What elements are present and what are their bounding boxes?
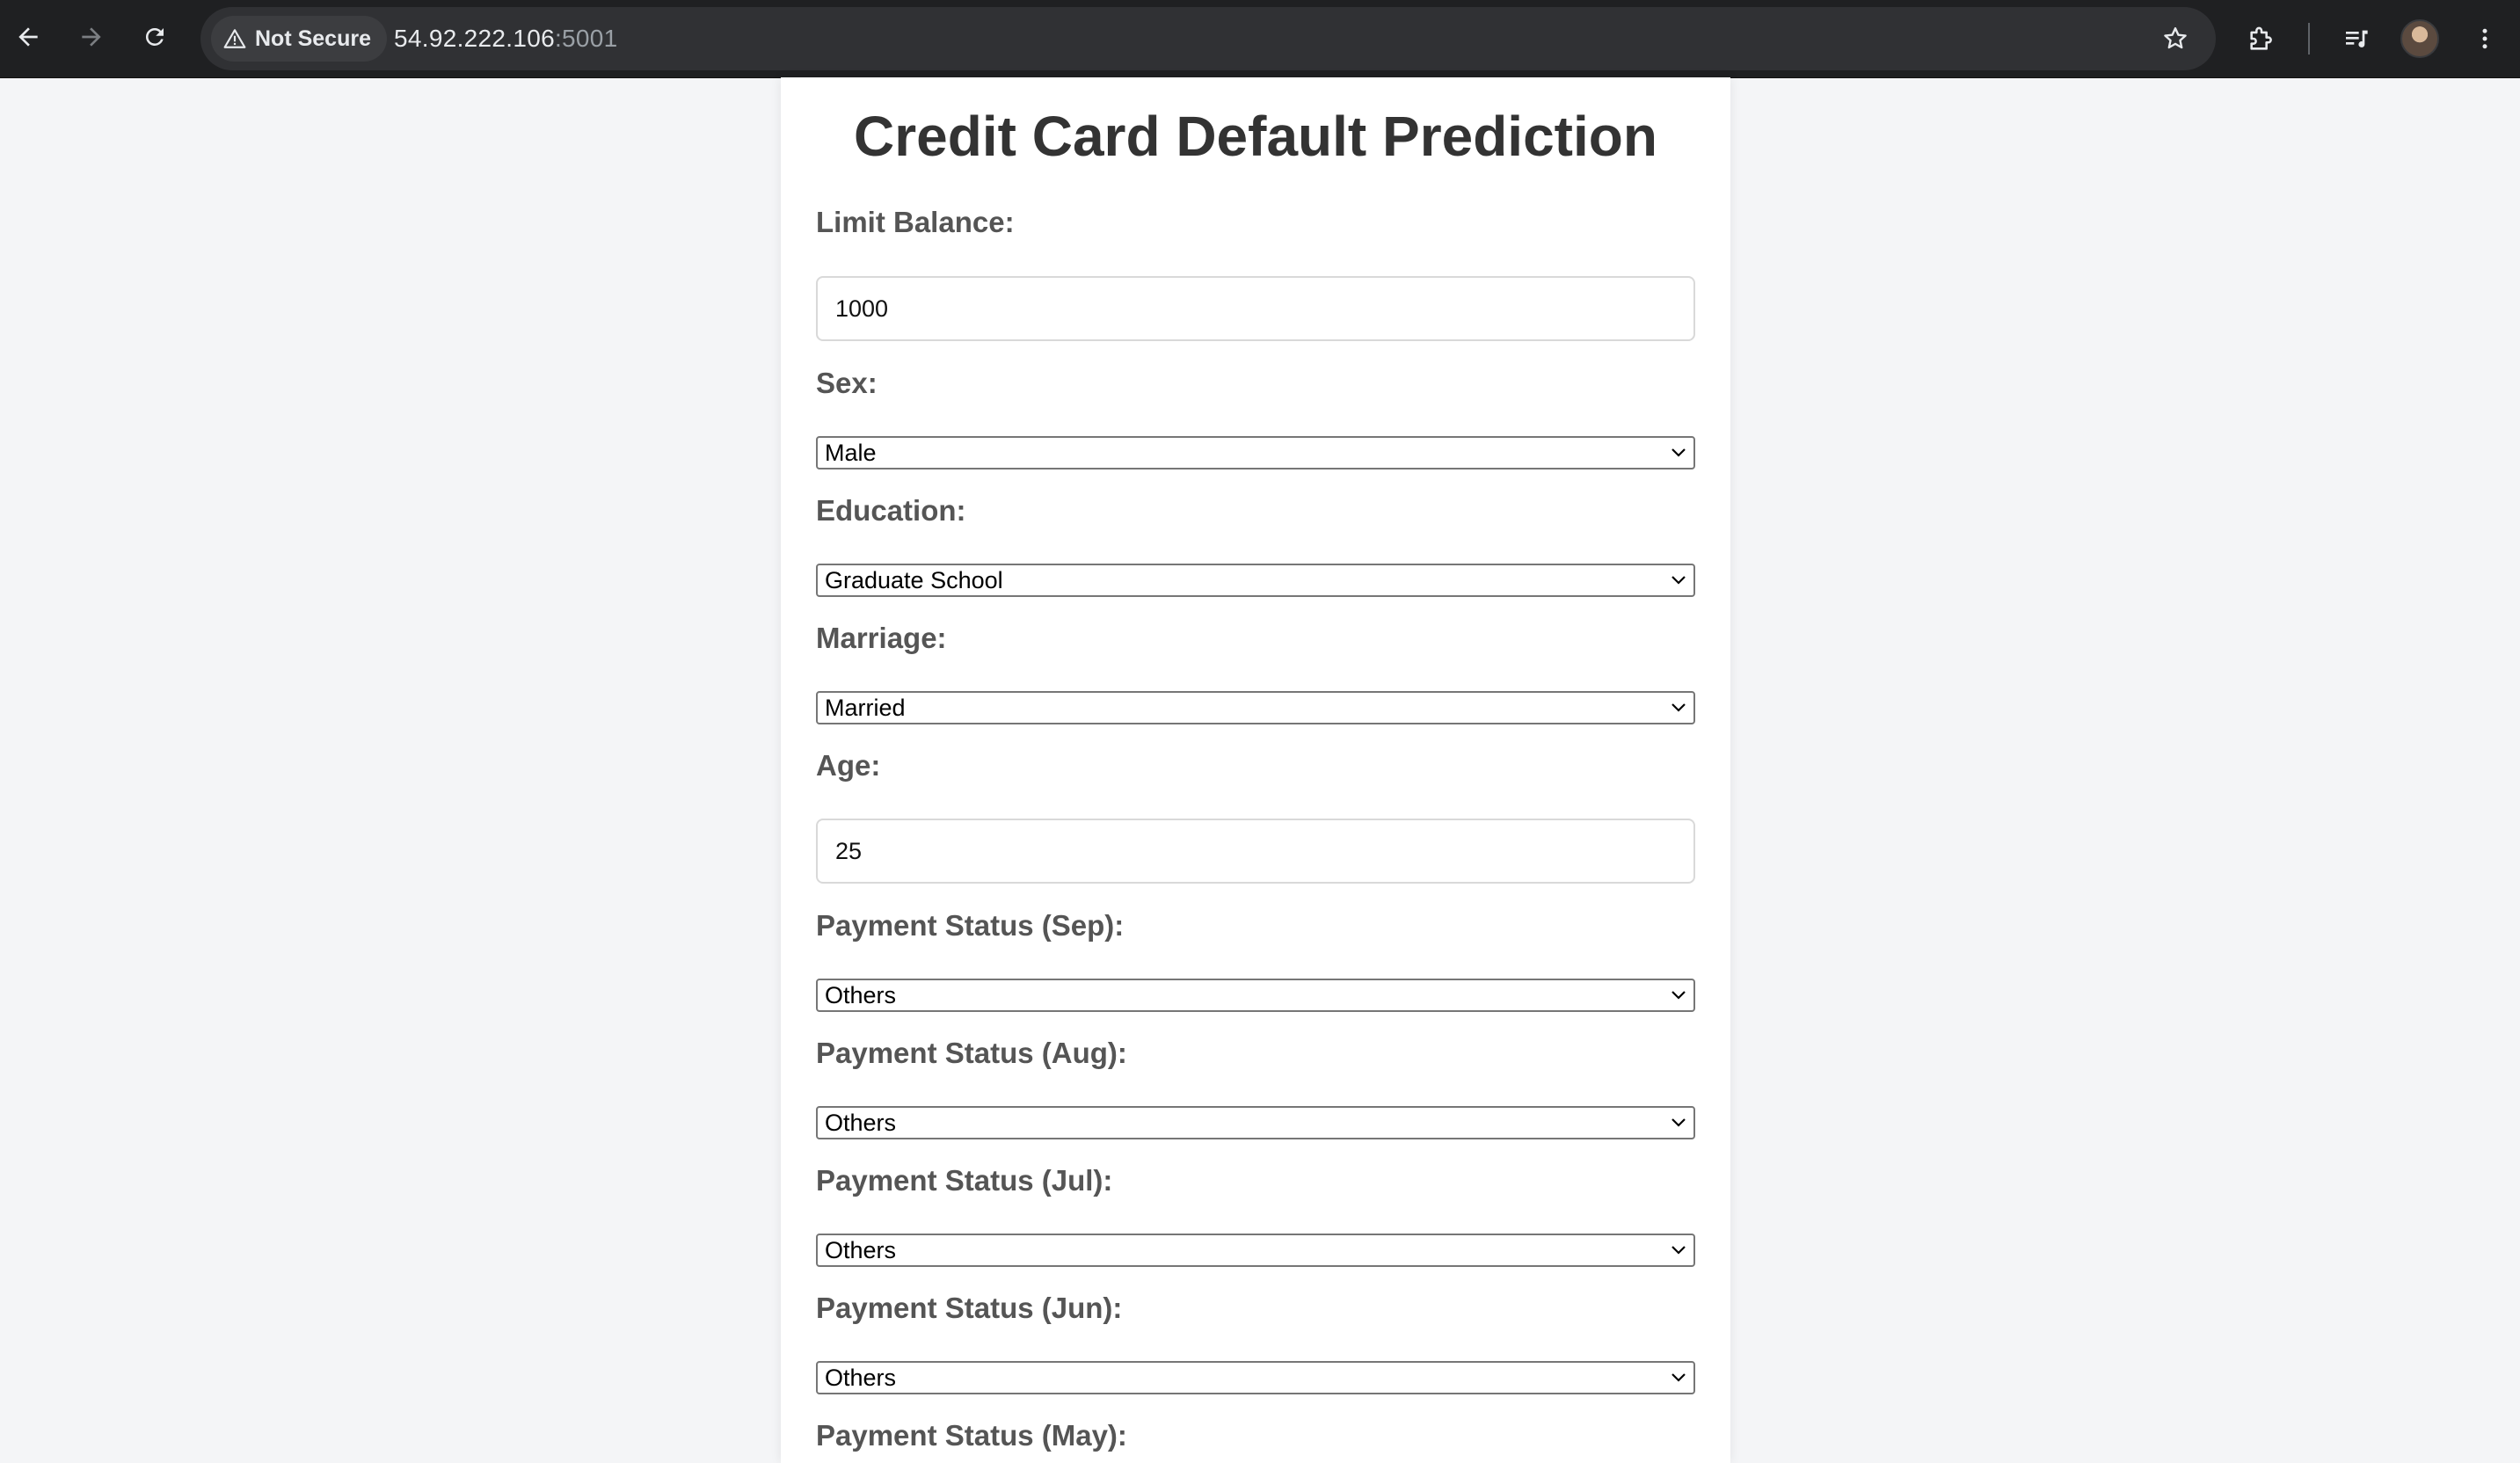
security-label: Not Secure <box>255 25 371 51</box>
pay-jun-select[interactable]: Others <box>816 1361 1695 1394</box>
pay-sep-label: Payment Status (Sep): <box>816 909 1125 942</box>
chevron-down-icon <box>1672 991 1686 1000</box>
more-menu-button[interactable] <box>2462 16 2508 62</box>
limit-balance-label: Limit Balance: <box>816 206 1015 238</box>
limit-balance-input[interactable] <box>816 276 1695 341</box>
forward-icon <box>82 27 101 47</box>
education-label: Education: <box>816 494 966 527</box>
address-bar[interactable]: Not Secure 54.92.222.106:5001 <box>200 7 2216 70</box>
back-icon <box>18 27 38 47</box>
pay-sep-select[interactable]: Others <box>816 979 1695 1012</box>
extensions-button[interactable] <box>2239 16 2284 62</box>
pay-aug-label: Payment Status (Aug): <box>816 1037 1127 1069</box>
chevron-down-icon <box>1672 1118 1686 1127</box>
forward-button[interactable] <box>70 16 113 58</box>
reload-button[interactable] <box>134 16 176 58</box>
warning-icon <box>223 29 246 48</box>
chevron-down-icon <box>1672 1373 1686 1382</box>
marriage-label: Marriage: <box>816 622 947 654</box>
pay-sep-select-value: Others <box>825 982 897 1008</box>
sex-label: Sex: <box>816 367 878 399</box>
pay-aug-select-value: Others <box>825 1110 897 1136</box>
pay-aug-select[interactable]: Others <box>816 1106 1695 1139</box>
pay-jul-select[interactable]: Others <box>816 1234 1695 1267</box>
star-icon <box>2164 27 2187 49</box>
chevron-down-icon <box>1672 448 1686 457</box>
chevron-down-icon <box>1672 1246 1686 1255</box>
bookmark-button[interactable] <box>2154 18 2196 60</box>
url-port: :5001 <box>554 25 618 52</box>
extensions-icon <box>2250 26 2272 50</box>
age-input[interactable] <box>816 819 1695 884</box>
media-control-icon <box>2346 30 2368 47</box>
toolbar-separator <box>2308 23 2310 55</box>
more-menu-icon <box>2482 28 2487 49</box>
pay-jun-label: Payment Status (Jun): <box>816 1292 1123 1324</box>
age-label: Age: <box>816 749 881 782</box>
sex-select[interactable]: Male <box>816 436 1695 469</box>
sex-select-value: Male <box>825 440 877 466</box>
education-select-value: Graduate School <box>825 567 1003 593</box>
reload-icon <box>145 27 164 46</box>
marriage-select[interactable]: Married <box>816 691 1695 724</box>
profile-button[interactable] <box>2397 16 2443 62</box>
security-chip[interactable]: Not Secure <box>211 16 387 62</box>
marriage-select-value: Married <box>825 695 906 721</box>
page-title: Credit Card Default Prediction <box>854 105 1657 168</box>
education-select[interactable]: Graduate School <box>816 564 1695 597</box>
pay-may-label: Payment Status (May): <box>816 1419 1127 1452</box>
profile-avatar <box>2400 19 2439 58</box>
pay-jul-select-value: Others <box>825 1237 897 1263</box>
form-card: Credit Card Default Prediction Limit Bal… <box>781 77 1730 1463</box>
url-host: 54.92.222.106 <box>394 25 555 52</box>
media-control-button[interactable] <box>2334 16 2379 62</box>
chevron-down-icon <box>1672 576 1686 585</box>
url-text[interactable]: 54.92.222.106:5001 <box>394 7 618 70</box>
pay-jun-select-value: Others <box>825 1365 897 1391</box>
chevron-down-icon <box>1672 703 1686 712</box>
browser-toolbar: Not Secure 54.92.222.106:5001 <box>0 0 2520 78</box>
pay-jul-label: Payment Status (Jul): <box>816 1164 1113 1197</box>
back-button[interactable] <box>7 16 49 58</box>
